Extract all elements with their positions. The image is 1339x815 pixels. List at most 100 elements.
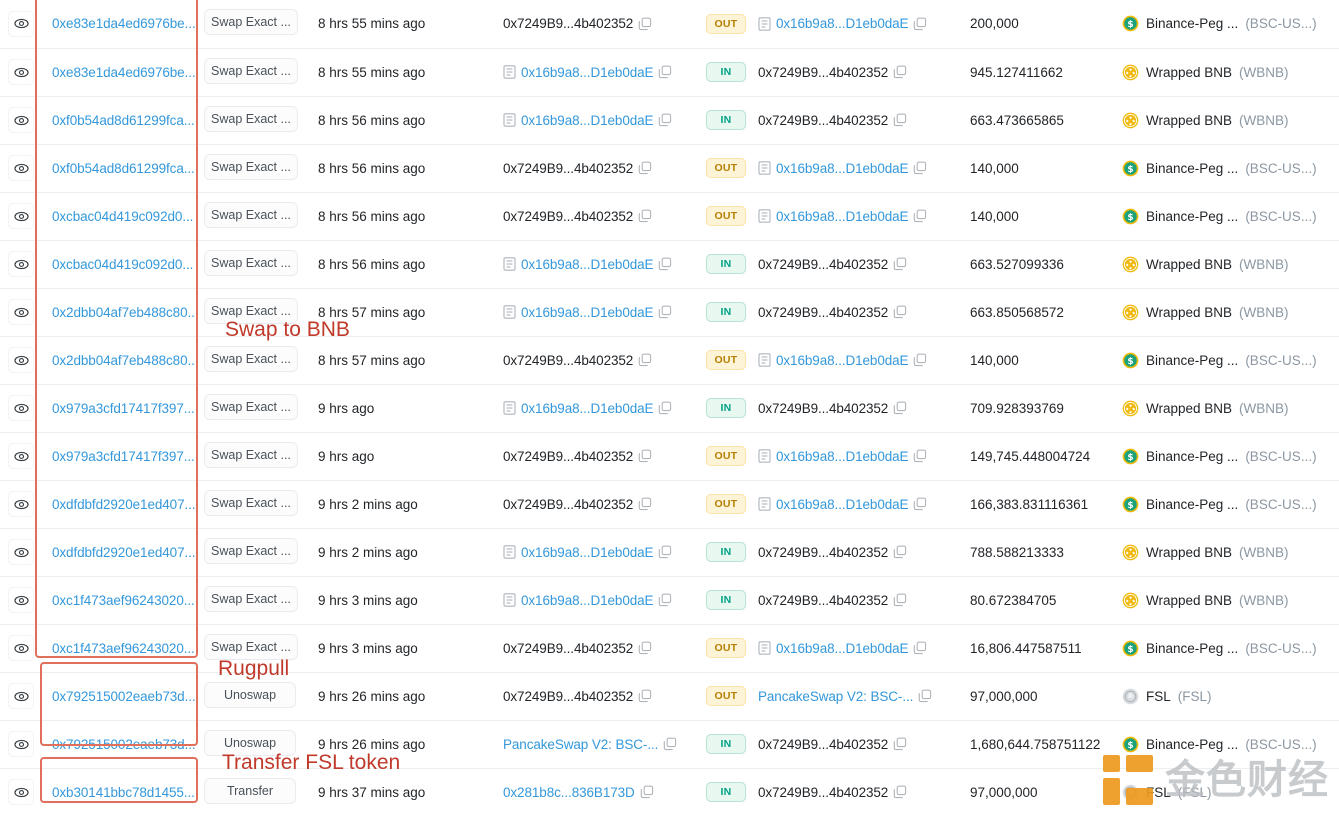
method-badge[interactable]: Swap Exact ...	[204, 9, 298, 36]
copy-icon[interactable]	[640, 785, 654, 799]
txn-hash-link[interactable]: 0xc1f473aef96243020...	[42, 593, 200, 608]
copy-icon[interactable]	[893, 257, 907, 271]
copy-icon[interactable]	[913, 449, 927, 463]
txn-hash-link[interactable]: 0x2dbb04af7eb488c80...	[42, 305, 200, 320]
copy-icon[interactable]	[913, 209, 927, 223]
method-badge[interactable]: Swap Exact ...	[204, 297, 298, 324]
txn-hash-link[interactable]: 0x979a3cfd17417f397...	[42, 401, 200, 416]
view-transaction-button[interactable]	[8, 59, 34, 85]
view-transaction-button[interactable]	[8, 731, 34, 757]
copy-icon[interactable]	[893, 593, 907, 607]
copy-icon[interactable]	[638, 209, 652, 223]
copy-icon[interactable]	[658, 593, 672, 607]
from-address-text[interactable]: PancakeSwap V2: BSC-...	[503, 737, 658, 752]
txn-hash-link[interactable]: 0xe83e1da4ed6976be...	[42, 16, 200, 31]
method-badge[interactable]: Swap Exact ...	[204, 489, 298, 516]
method-badge[interactable]: Swap Exact ...	[204, 153, 298, 180]
copy-icon[interactable]	[638, 689, 652, 703]
copy-icon[interactable]	[913, 641, 927, 655]
copy-icon[interactable]	[893, 113, 907, 127]
token-info[interactable]: Wrapped BNB (WBNB)	[1122, 544, 1339, 561]
to-address-text[interactable]: 0x16b9a8...D1eb0daE	[776, 161, 909, 176]
token-info[interactable]: $ Binance-Peg ... (BSC-US...)	[1122, 736, 1339, 753]
view-transaction-button[interactable]	[8, 155, 34, 181]
copy-icon[interactable]	[658, 113, 672, 127]
method-badge[interactable]: Swap Exact ...	[204, 105, 298, 132]
token-info[interactable]: Wrapped BNB (WBNB)	[1122, 64, 1339, 81]
copy-icon[interactable]	[913, 17, 927, 31]
copy-icon[interactable]	[913, 353, 927, 367]
method-badge[interactable]: Swap Exact ...	[204, 201, 298, 228]
txn-hash-link[interactable]: 0x979a3cfd17417f397...	[42, 449, 200, 464]
copy-icon[interactable]	[658, 257, 672, 271]
copy-icon[interactable]	[913, 497, 927, 511]
method-badge[interactable]: Unoswap	[204, 729, 296, 756]
from-address-text[interactable]: 0x16b9a8...D1eb0daE	[521, 305, 654, 320]
to-address-text[interactable]: 0x16b9a8...D1eb0daE	[776, 641, 909, 656]
token-info[interactable]: Wrapped BNB (WBNB)	[1122, 256, 1339, 273]
copy-icon[interactable]	[913, 161, 927, 175]
method-badge[interactable]: Swap Exact ...	[204, 441, 298, 468]
txn-hash-link[interactable]: 0xe83e1da4ed6976be...	[42, 65, 200, 80]
txn-hash-link[interactable]: 0xdfdbfd2920e1ed407...	[42, 545, 200, 560]
token-info[interactable]: Wrapped BNB (WBNB)	[1122, 112, 1339, 129]
method-badge[interactable]: Swap Exact ...	[204, 633, 298, 660]
from-address-text[interactable]: 0x16b9a8...D1eb0daE	[521, 65, 654, 80]
method-badge[interactable]: Swap Exact ...	[204, 249, 298, 276]
to-address-text[interactable]: 0x16b9a8...D1eb0daE	[776, 449, 909, 464]
view-transaction-button[interactable]	[8, 251, 34, 277]
txn-hash-link[interactable]: 0xc1f473aef96243020...	[42, 641, 200, 656]
from-address-text[interactable]: 0x16b9a8...D1eb0daE	[521, 401, 654, 416]
txn-hash-link[interactable]: 0xf0b54ad8d61299fca...	[42, 113, 200, 128]
copy-icon[interactable]	[638, 449, 652, 463]
txn-hash-link[interactable]: 0xcbac04d419c092d0...	[42, 209, 200, 224]
token-info[interactable]: Wrapped BNB (WBNB)	[1122, 592, 1339, 609]
token-info[interactable]: $ Binance-Peg ... (BSC-US...)	[1122, 640, 1339, 657]
token-info[interactable]: $ Binance-Peg ... (BSC-US...)	[1122, 352, 1339, 369]
token-info[interactable]: Wrapped BNB (WBNB)	[1122, 400, 1339, 417]
view-transaction-button[interactable]	[8, 10, 34, 37]
from-address-text[interactable]: 0x16b9a8...D1eb0daE	[521, 593, 654, 608]
copy-icon[interactable]	[918, 689, 932, 703]
txn-hash-link[interactable]: 0x792515002eaeb73d...	[42, 689, 200, 704]
from-address-text[interactable]: 0x16b9a8...D1eb0daE	[521, 545, 654, 560]
view-transaction-button[interactable]	[8, 347, 34, 373]
token-info[interactable]: FSL (FSL)	[1122, 688, 1339, 705]
method-badge[interactable]: Swap Exact ...	[204, 585, 298, 612]
copy-icon[interactable]	[638, 161, 652, 175]
from-address-text[interactable]: 0x16b9a8...D1eb0daE	[521, 257, 654, 272]
view-transaction-button[interactable]	[8, 443, 34, 469]
method-badge[interactable]: Swap Exact ...	[204, 345, 298, 372]
token-info[interactable]: $ Binance-Peg ... (BSC-US...)	[1122, 496, 1339, 513]
from-address-text[interactable]: 0x16b9a8...D1eb0daE	[521, 113, 654, 128]
txn-hash-link[interactable]: 0xf0b54ad8d61299fca...	[42, 161, 200, 176]
copy-icon[interactable]	[893, 305, 907, 319]
txn-hash-link[interactable]: 0xdfdbfd2920e1ed407...	[42, 497, 200, 512]
method-badge[interactable]: Unoswap	[204, 681, 296, 708]
token-info[interactable]: $ Binance-Peg ... (BSC-US...)	[1122, 448, 1339, 465]
view-transaction-button[interactable]	[8, 683, 34, 709]
txn-hash-link[interactable]: 0x792515002eaeb73d...	[42, 737, 200, 752]
copy-icon[interactable]	[893, 737, 907, 751]
view-transaction-button[interactable]	[8, 203, 34, 229]
from-address-text[interactable]: 0x281b8c...836B173D	[503, 785, 635, 800]
copy-icon[interactable]	[893, 545, 907, 559]
to-address-text[interactable]: 0x16b9a8...D1eb0daE	[776, 353, 909, 368]
to-address-text[interactable]: 0x16b9a8...D1eb0daE	[776, 16, 909, 31]
copy-icon[interactable]	[638, 353, 652, 367]
to-address-text[interactable]: 0x16b9a8...D1eb0daE	[776, 209, 909, 224]
view-transaction-button[interactable]	[8, 107, 34, 133]
txn-hash-link[interactable]: 0x2dbb04af7eb488c80...	[42, 353, 200, 368]
view-transaction-button[interactable]	[8, 395, 34, 421]
to-address-text[interactable]: 0x16b9a8...D1eb0daE	[776, 497, 909, 512]
token-info[interactable]: $ Binance-Peg ... (BSC-US...)	[1122, 208, 1339, 225]
copy-icon[interactable]	[638, 497, 652, 511]
copy-icon[interactable]	[893, 65, 907, 79]
copy-icon[interactable]	[638, 641, 652, 655]
token-info[interactable]: FSL (FSL)	[1122, 784, 1339, 801]
txn-hash-link[interactable]: 0xcbac04d419c092d0...	[42, 257, 200, 272]
token-info[interactable]: $ Binance-Peg ... (BSC-US...)	[1122, 15, 1339, 32]
method-badge[interactable]: Swap Exact ...	[204, 393, 298, 420]
view-transaction-button[interactable]	[8, 635, 34, 661]
copy-icon[interactable]	[638, 17, 652, 31]
